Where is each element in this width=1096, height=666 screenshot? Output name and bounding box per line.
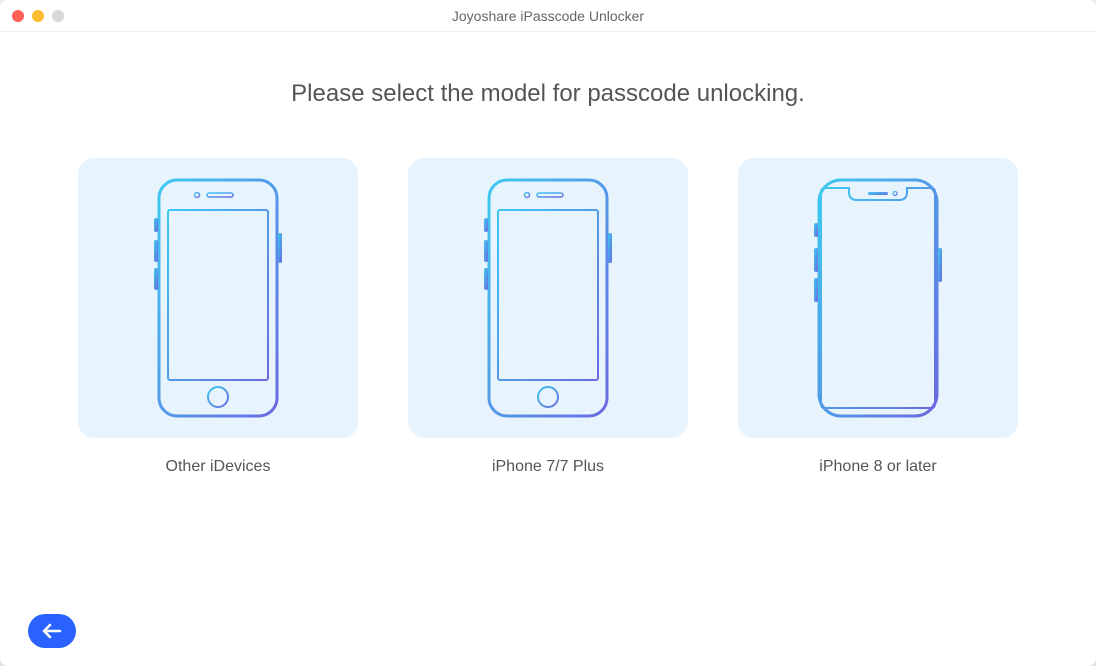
titlebar: Joyoshare iPasscode Unlocker (0, 0, 1096, 32)
option-label: Other iDevices (166, 458, 271, 476)
option-label: iPhone 8 or later (819, 458, 936, 476)
close-button[interactable] (12, 10, 24, 22)
option-card (78, 158, 358, 438)
app-window: Joyoshare iPasscode Unlocker Please sele… (0, 0, 1096, 666)
phone-notch-icon (813, 178, 943, 418)
window-title: Joyoshare iPasscode Unlocker (0, 8, 1096, 24)
main-content: Please select the model for passcode unl… (0, 32, 1096, 666)
option-iphone-8-later[interactable]: iPhone 8 or later (738, 158, 1018, 476)
option-card (408, 158, 688, 438)
option-iphone-7[interactable]: iPhone 7/7 Plus (408, 158, 688, 476)
phone-home-button-icon (153, 178, 283, 418)
model-options: Other iDevices (78, 158, 1018, 476)
option-other-idevices[interactable]: Other iDevices (78, 158, 358, 476)
option-label: iPhone 7/7 Plus (492, 458, 604, 476)
minimize-button[interactable] (32, 10, 44, 22)
page-heading: Please select the model for passcode unl… (291, 80, 805, 108)
arrow-left-icon (42, 623, 62, 639)
back-button[interactable] (28, 614, 76, 648)
option-card (738, 158, 1018, 438)
phone-home-button-icon (483, 178, 613, 418)
traffic-lights (12, 10, 64, 22)
maximize-button[interactable] (52, 10, 64, 22)
